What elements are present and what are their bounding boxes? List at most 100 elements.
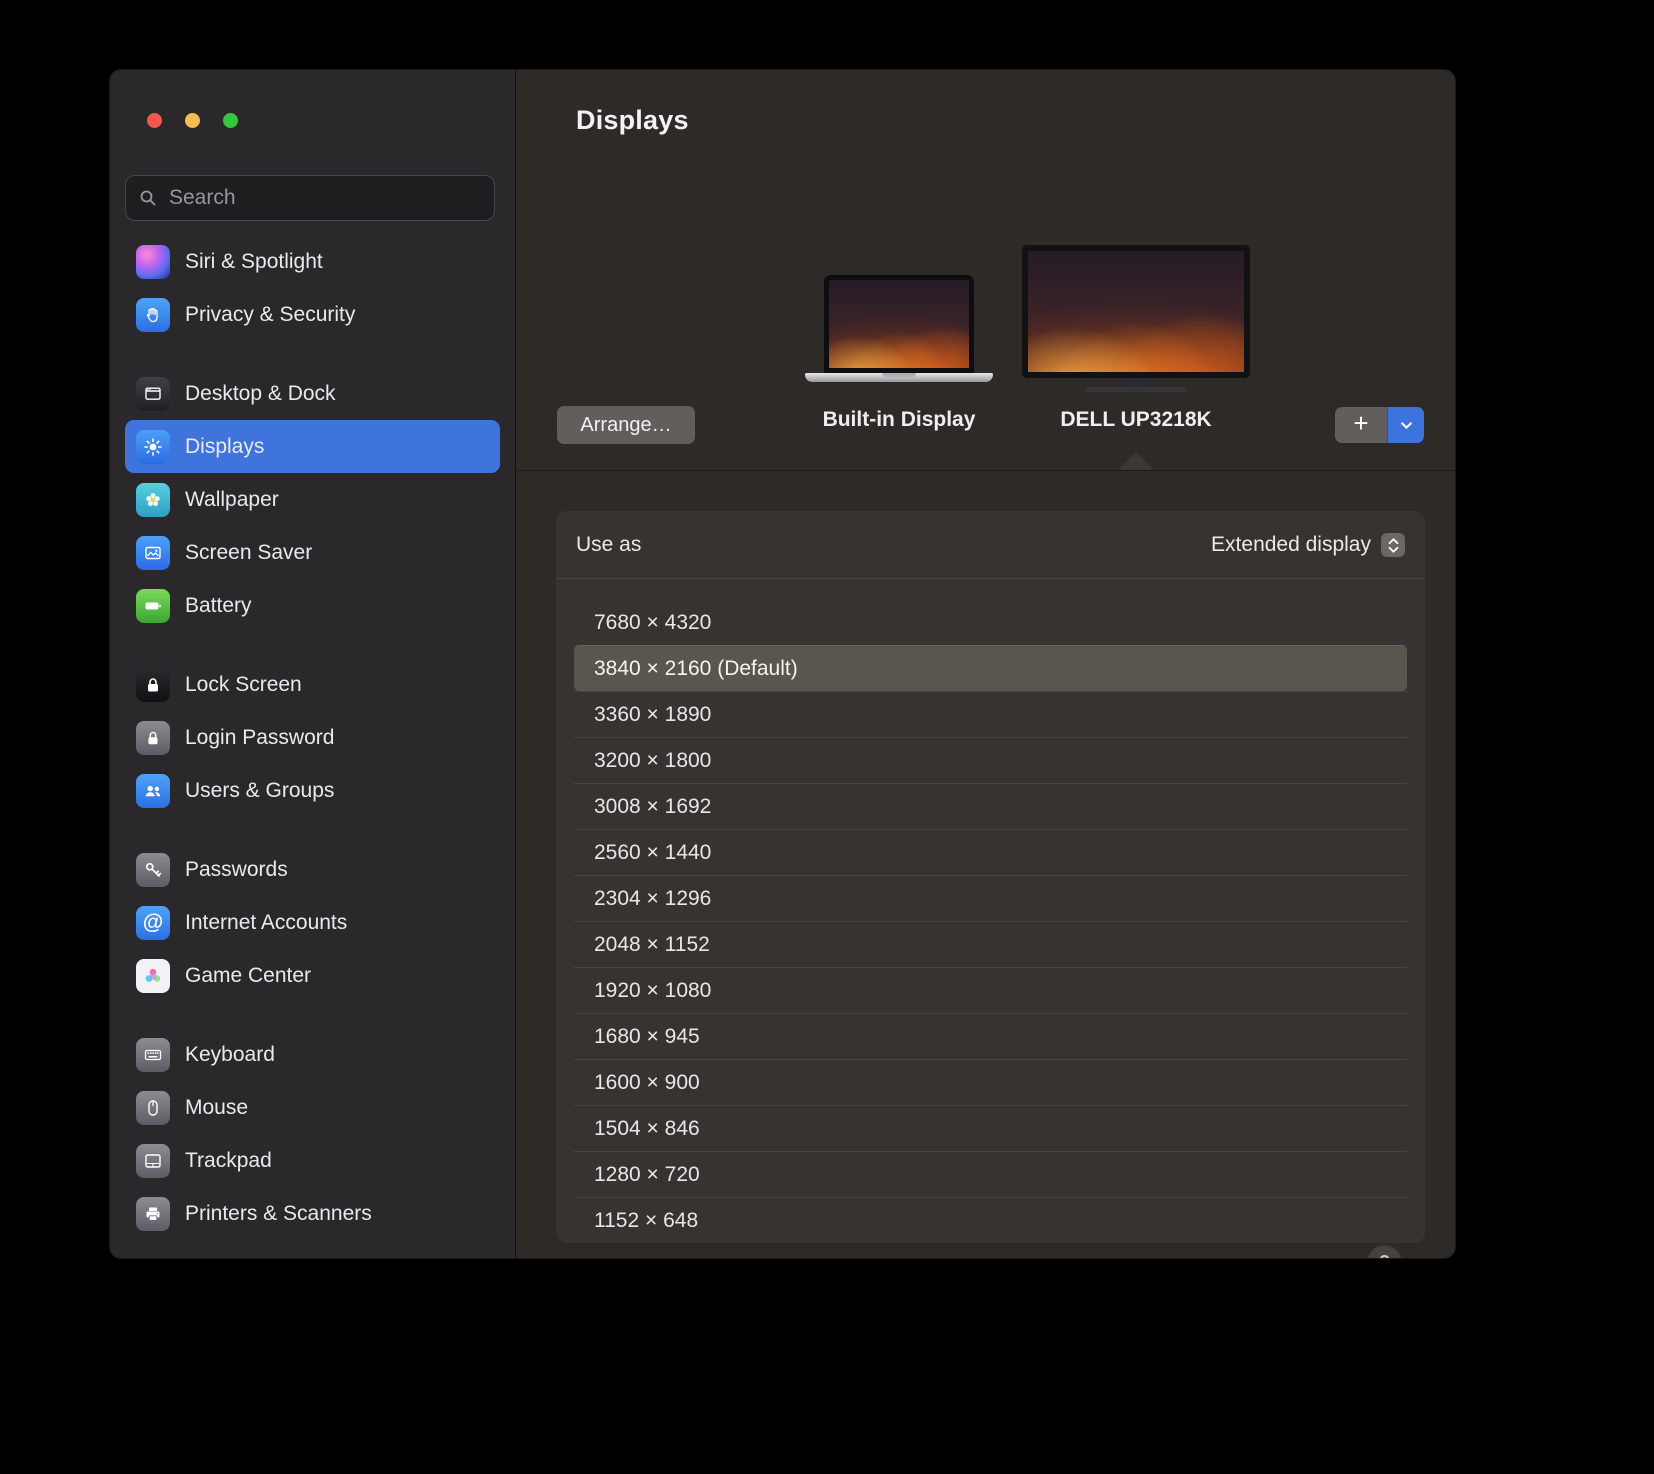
mouse-icon	[136, 1090, 170, 1125]
resolution-option[interactable]: 1920 × 1080	[574, 967, 1407, 1013]
external-display-label: DELL UP3218K	[1060, 408, 1212, 431]
siri-icon	[136, 244, 170, 279]
search-input[interactable]	[167, 185, 482, 211]
resolution-option[interactable]: 7680 × 4320	[574, 600, 1407, 645]
header-divider	[516, 470, 1455, 471]
lock-icon	[136, 667, 170, 702]
resolution-option[interactable]: 3008 × 1692	[574, 783, 1407, 829]
resolution-option[interactable]: 2048 × 1152	[574, 921, 1407, 967]
sidebar-item-wallpaper[interactable]: Wallpaper	[125, 473, 500, 526]
sidebar-item-displays[interactable]: Displays	[125, 420, 500, 473]
use-as-popup[interactable]: Extended display	[1211, 533, 1405, 557]
minimize-button[interactable]	[185, 113, 200, 128]
sidebar-item-label: Mouse	[185, 1095, 249, 1119]
sidebar-item-label: Keyboard	[185, 1042, 275, 1066]
sidebar-item-trackpad[interactable]: Trackpad	[125, 1134, 500, 1187]
desktop-icon	[136, 376, 170, 411]
sidebar-group: Keyboard Mouse Trackpad Printers & Scanners	[125, 1028, 500, 1240]
sidebar-item-label: Login Password	[185, 725, 335, 749]
resolution-option[interactable]: 2304 × 1296	[574, 875, 1407, 921]
sidebar-item-label: Privacy & Security	[185, 302, 356, 326]
plus-icon[interactable]: +	[1335, 407, 1387, 443]
sidebar-item-label: Battery	[185, 593, 252, 617]
resolution-option[interactable]: 1152 × 648	[574, 1197, 1407, 1242]
sidebar-item-lock-screen[interactable]: Lock Screen	[125, 658, 500, 711]
chevron-down-icon[interactable]	[1387, 407, 1424, 443]
external-display-screen	[1022, 245, 1250, 378]
at-icon: @	[136, 905, 170, 940]
battery-icon	[136, 588, 170, 623]
sidebar-item-label: Siri & Spotlight	[185, 249, 323, 273]
sidebar-item-label: Screen Saver	[185, 540, 313, 564]
zoom-button[interactable]	[223, 113, 238, 128]
resolution-option[interactable]: 1600 × 900	[574, 1059, 1407, 1105]
sidebar-item-label: Internet Accounts	[185, 910, 348, 934]
sidebar-item-label: Desktop & Dock	[185, 381, 336, 405]
sidebar: Siri & Spotlight Privacy & Security Deskto…	[110, 70, 516, 1258]
sidebar-item-label: Displays	[185, 434, 265, 458]
login-icon	[136, 720, 170, 755]
sidebar-item-keyboard[interactable]: Keyboard	[125, 1028, 500, 1081]
sidebar-item-mouse[interactable]: Mouse	[125, 1081, 500, 1134]
builtin-display-thumbnail[interactable]	[799, 275, 999, 382]
game-icon	[136, 958, 170, 993]
displays-pane: Displays Arrange… Built-in Display DELL …	[516, 70, 1455, 1258]
sidebar-item-login-password[interactable]: Login Password	[125, 711, 500, 764]
resolution-option[interactable]: 1280 × 720	[574, 1151, 1407, 1197]
displays-icon	[136, 429, 170, 464]
search-field[interactable]	[125, 175, 495, 221]
use-as-row: Use as Extended display	[557, 512, 1424, 579]
sidebar-group: Lock Screen Login Password Users & Groups	[125, 658, 500, 817]
builtin-display-label: Built-in Display	[822, 408, 976, 431]
sidebar-nav: Siri & Spotlight Privacy & Security Deskto…	[110, 221, 515, 1240]
selected-display-caret	[1117, 452, 1155, 471]
page-title: Displays	[576, 105, 689, 135]
use-as-value: Extended display	[1211, 533, 1371, 556]
sidebar-item-siri-spotlight[interactable]: Siri & Spotlight	[125, 235, 500, 288]
key-icon	[136, 852, 170, 887]
external-display-thumbnail[interactable]	[1022, 245, 1250, 392]
builtin-display-screen	[824, 275, 974, 373]
sidebar-item-label: Printers & Scanners	[185, 1201, 372, 1225]
sidebar-item-label: Wallpaper	[185, 487, 279, 511]
close-button[interactable]	[147, 113, 162, 128]
add-display-button[interactable]: +	[1335, 407, 1424, 443]
builtin-display-base	[805, 373, 993, 382]
privacy-icon	[136, 297, 170, 332]
external-display-foot	[1086, 387, 1186, 392]
external-display-stand	[1122, 378, 1150, 387]
sidebar-item-desktop-dock[interactable]: Desktop & Dock	[125, 367, 500, 420]
resolution-option[interactable]: 3360 × 1890	[574, 691, 1407, 737]
sidebar-item-label: Lock Screen	[185, 672, 302, 696]
resolution-option[interactable]: 1680 × 945	[574, 1013, 1407, 1059]
resolution-option[interactable]: 3840 × 2160 (Default)	[574, 645, 1407, 691]
sidebar-item-game-center[interactable]: Game Center	[125, 949, 500, 1002]
popup-stepper-icon	[1381, 533, 1405, 557]
window-controls	[110, 70, 515, 128]
display-settings-panel: Use as Extended display 7680 × 4320 3840 …	[557, 512, 1424, 1242]
resolution-list: 7680 × 4320 3840 × 2160 (Default) 3360 × 1…	[557, 579, 1424, 1242]
sidebar-item-privacy-security[interactable]: Privacy & Security	[125, 288, 500, 341]
keyboard-icon	[136, 1037, 170, 1072]
resolution-option[interactable]: 2560 × 1440	[574, 829, 1407, 875]
resolution-option[interactable]: 1504 × 846	[574, 1105, 1407, 1151]
arrange-button[interactable]: Arrange…	[557, 406, 695, 444]
sidebar-item-label: Trackpad	[185, 1148, 272, 1172]
resolution-option[interactable]: 3200 × 1800	[574, 737, 1407, 783]
users-icon	[136, 773, 170, 808]
sidebar-item-screen-saver[interactable]: Screen Saver	[125, 526, 500, 579]
screensaver-icon	[136, 535, 170, 570]
sidebar-item-printers-scanners[interactable]: Printers & Scanners	[125, 1187, 500, 1240]
sidebar-item-passwords[interactable]: Passwords	[125, 843, 500, 896]
use-as-label: Use as	[576, 533, 642, 556]
sidebar-group: Desktop & Dock Displays Wallpaper Screen Sa…	[125, 367, 500, 632]
trackpad-icon	[136, 1143, 170, 1178]
sidebar-item-internet-accounts[interactable]: @ Internet Accounts	[125, 896, 500, 949]
sidebar-group: Passwords @ Internet Accounts Game Center	[125, 843, 500, 1002]
sidebar-item-users-groups[interactable]: Users & Groups	[125, 764, 500, 817]
help-button[interactable]: ?	[1368, 1246, 1401, 1258]
sidebar-item-label: Game Center	[185, 963, 312, 987]
system-settings-window: Siri & Spotlight Privacy & Security Deskto…	[110, 70, 1455, 1258]
sidebar-item-battery[interactable]: Battery	[125, 579, 500, 632]
search-icon	[138, 188, 158, 208]
